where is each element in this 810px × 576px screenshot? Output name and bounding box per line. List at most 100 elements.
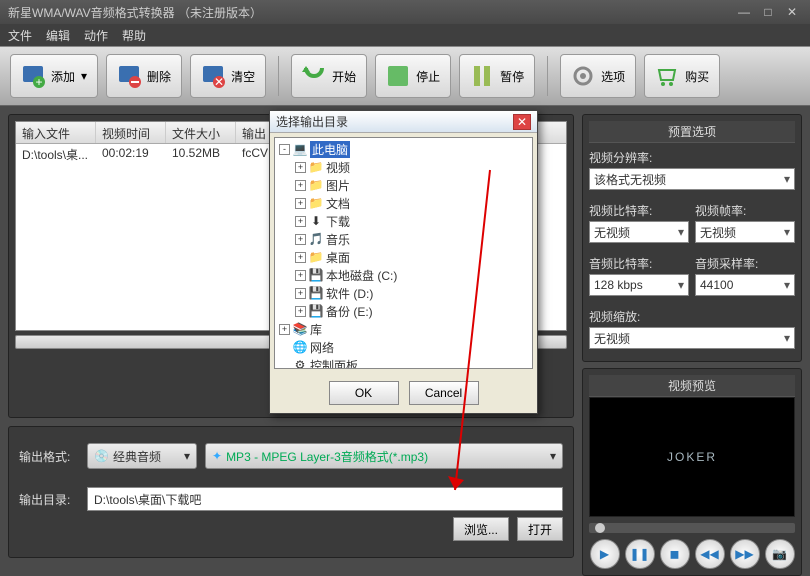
vbr-select[interactable]: 无视频▾: [589, 221, 689, 243]
menu-file[interactable]: 文件: [8, 27, 32, 44]
stop-icon: [386, 64, 410, 88]
expand-icon[interactable]: +: [279, 324, 290, 335]
next-button[interactable]: ▶▶: [730, 539, 760, 569]
play-button[interactable]: ▶: [590, 539, 620, 569]
vres-select[interactable]: 该格式无视频▾: [589, 168, 795, 190]
preview-panel: 视频预览 JOKER ▶ ❚❚ ◼ ◀◀ ▶▶ 📷: [582, 368, 802, 576]
clear-icon: ✕: [201, 64, 225, 88]
tree-node[interactable]: +⬇下载: [277, 212, 530, 230]
folder-dialog: 选择输出目录 ✕ -💻此电脑+📁视频+📁图片+📁文档+⬇下载+🎵音乐+📁桌面+💾…: [269, 110, 538, 414]
tree-node[interactable]: -💻此电脑: [277, 140, 530, 158]
folder-icon: ⬇: [308, 213, 324, 229]
stop-media-button[interactable]: ◼: [660, 539, 690, 569]
menu-help[interactable]: 帮助: [122, 27, 146, 44]
tree-node[interactable]: +📚库: [277, 320, 530, 338]
clear-button[interactable]: ✕清空: [190, 54, 266, 98]
asr-select[interactable]: 44100▾: [695, 274, 795, 296]
delete-icon: [117, 64, 141, 88]
folder-icon: 📁: [308, 249, 324, 265]
folder-icon: 🌐: [292, 339, 308, 355]
folder-icon: 💻: [292, 141, 308, 157]
minimize-button[interactable]: —: [734, 5, 754, 19]
gear-icon: [571, 64, 595, 88]
folder-icon: 💾: [308, 303, 324, 319]
tree-node[interactable]: +💾软件 (D:): [277, 284, 530, 302]
start-button[interactable]: 开始: [291, 54, 367, 98]
expand-icon[interactable]: +: [295, 288, 306, 299]
menu-edit[interactable]: 编辑: [46, 27, 70, 44]
vfps-select[interactable]: 无视频▾: [695, 221, 795, 243]
dialog-close-button[interactable]: ✕: [513, 114, 531, 130]
snapshot-button[interactable]: 📷: [765, 539, 795, 569]
tree-node[interactable]: +📁视频: [277, 158, 530, 176]
add-button[interactable]: +添加▾: [10, 54, 98, 98]
folder-icon: 📁: [308, 195, 324, 211]
delete-button[interactable]: 删除: [106, 54, 182, 98]
start-icon: [302, 64, 326, 88]
folder-icon: 💾: [308, 285, 324, 301]
ok-button[interactable]: OK: [329, 381, 399, 405]
output-dir-input[interactable]: [87, 487, 563, 511]
expand-icon[interactable]: -: [279, 144, 290, 155]
abr-select[interactable]: 128 kbps▾: [589, 274, 689, 296]
seek-bar[interactable]: [589, 523, 795, 533]
svg-text:+: +: [35, 75, 42, 88]
folder-icon: 🎵: [308, 231, 324, 247]
dialog-title: 选择输出目录: [276, 113, 348, 130]
format-select[interactable]: ✦MP3 - MPEG Layer-3音频格式(*.mp3)▾: [205, 443, 563, 469]
expand-icon[interactable]: +: [295, 216, 306, 227]
col-input[interactable]: 输入文件: [16, 122, 96, 143]
menu-action[interactable]: 动作: [84, 27, 108, 44]
browse-button[interactable]: 浏览...: [453, 517, 509, 541]
tree-node[interactable]: +📁桌面: [277, 248, 530, 266]
preset-header: 预置选项: [589, 121, 795, 143]
buy-button[interactable]: 购买: [644, 54, 720, 98]
expand-icon[interactable]: +: [295, 252, 306, 263]
expand-icon[interactable]: +: [295, 270, 306, 281]
expand-icon[interactable]: +: [295, 180, 306, 191]
vscale-select[interactable]: 无视频▾: [589, 327, 795, 349]
preview-video: JOKER: [589, 397, 795, 517]
folder-icon: 📁: [308, 159, 324, 175]
col-vtime[interactable]: 视频时间: [96, 122, 166, 143]
cancel-button[interactable]: Cancel: [409, 381, 479, 405]
cart-icon: [655, 64, 679, 88]
folder-icon: ⚙: [292, 357, 308, 369]
expand-icon[interactable]: +: [295, 162, 306, 173]
col-fsize[interactable]: 文件大小: [166, 122, 236, 143]
tree-node[interactable]: +🎵音乐: [277, 230, 530, 248]
close-button[interactable]: ✕: [782, 5, 802, 19]
stop-button[interactable]: 停止: [375, 54, 451, 98]
menubar: 文件 编辑 动作 帮助: [0, 24, 810, 46]
folder-icon: 📁: [308, 177, 324, 193]
expand-icon[interactable]: +: [295, 306, 306, 317]
options-button[interactable]: 选项: [560, 54, 636, 98]
prev-button[interactable]: ◀◀: [695, 539, 725, 569]
add-icon: +: [21, 64, 45, 88]
pause-media-button[interactable]: ❚❚: [625, 539, 655, 569]
tree-node[interactable]: ⚙控制面板: [277, 356, 530, 369]
toolbar: +添加▾ 删除 ✕清空 开始 停止 暂停 选项 购买: [0, 46, 810, 106]
folder-icon: 💾: [308, 267, 324, 283]
svg-text:✕: ✕: [214, 75, 224, 88]
pause-button[interactable]: 暂停: [459, 54, 535, 98]
preview-header: 视频预览: [589, 375, 795, 397]
tree-node[interactable]: +📁文档: [277, 194, 530, 212]
maximize-button[interactable]: □: [758, 5, 778, 19]
tree-node[interactable]: +📁图片: [277, 176, 530, 194]
expand-icon[interactable]: +: [295, 234, 306, 245]
tree-node[interactable]: 🌐网络: [277, 338, 530, 356]
titlebar: 新星WMA/WAV音频格式转换器 （未注册版本） — □ ✕: [0, 0, 810, 24]
output-dir-label: 输出目录:: [19, 491, 79, 508]
category-select[interactable]: 💿经典音频▾: [87, 443, 197, 469]
expand-icon[interactable]: +: [295, 198, 306, 209]
preset-panel: 预置选项 视频分辨率: 该格式无视频▾ 视频比特率: 无视频▾ 视频帧率: 无视…: [582, 114, 802, 362]
pause-icon: [470, 64, 494, 88]
window-title: 新星WMA/WAV音频格式转换器 （未注册版本）: [8, 4, 262, 21]
tree-node[interactable]: +💾本地磁盘 (C:): [277, 266, 530, 284]
output-format-label: 输出格式:: [19, 448, 79, 465]
folder-tree[interactable]: -💻此电脑+📁视频+📁图片+📁文档+⬇下载+🎵音乐+📁桌面+💾本地磁盘 (C:)…: [274, 137, 533, 369]
folder-icon: 📚: [292, 321, 308, 337]
open-button[interactable]: 打开: [517, 517, 563, 541]
tree-node[interactable]: +💾备份 (E:): [277, 302, 530, 320]
